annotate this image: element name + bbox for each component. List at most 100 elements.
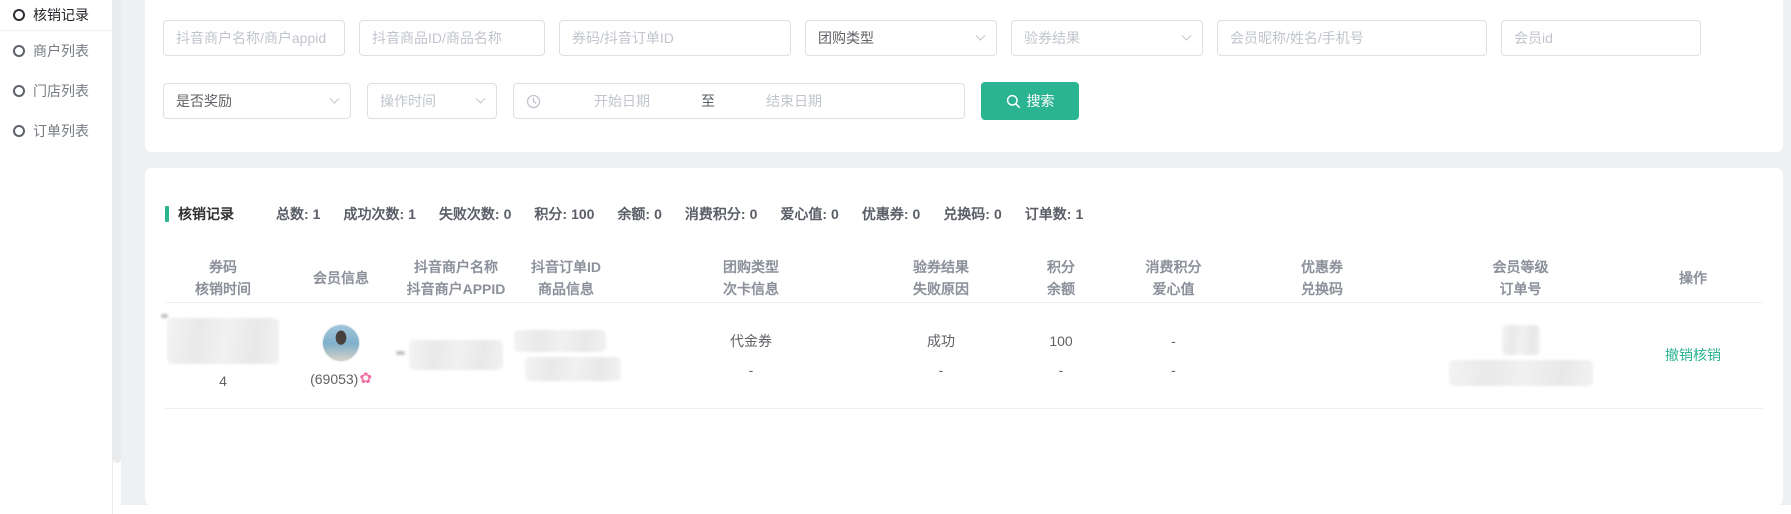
- verify-result-value: 成功: [927, 329, 955, 353]
- chevron-down-icon: [476, 93, 486, 103]
- chevron-down-icon: [330, 93, 340, 103]
- sidebar: 核销记录 商户列表 门店列表 订单列表: [0, 0, 113, 514]
- points-value: 100: [1049, 329, 1072, 353]
- verify-result-select[interactable]: 验券结果: [1011, 20, 1203, 56]
- consume-points-value: -: [1171, 329, 1176, 353]
- table-header-row: 券码核销时间 会员信息 抖音商户名称抖音商户APPID 抖音订单ID商品信息 团…: [165, 254, 1763, 302]
- col-header-verify-result: 验券结果失败原因: [881, 254, 1001, 302]
- chevron-down-icon: [1182, 30, 1192, 40]
- product-id-input[interactable]: [359, 20, 545, 56]
- col-header-points: 积分余额: [1001, 254, 1121, 302]
- records-panel: 核销记录 总数:1 成功次数:1 失败次数:0 积分:100 余额:0 消费积分…: [145, 168, 1783, 505]
- card-info-value: -: [749, 358, 754, 382]
- cell-consume-points: - -: [1121, 302, 1226, 408]
- page: 核销记录 商户列表 门店列表 订单列表 团购类型: [0, 0, 1791, 514]
- stat-points: 积分:100: [534, 204, 594, 224]
- cell-group-type: 代金券 -: [621, 302, 881, 408]
- filter-row-2: 是否奖励 操作时间 至: [163, 82, 1765, 120]
- verify-result-select-value: 验券结果: [1024, 28, 1080, 48]
- sidebar-item-merchant-list[interactable]: 商户列表: [0, 31, 112, 71]
- col-header-merchant-name: 抖音商户名称抖音商户APPID: [401, 254, 511, 302]
- cell-member-grade: [1418, 302, 1623, 408]
- redacted-order-id: [514, 330, 606, 352]
- stat-fail-count: 失败次数:0: [439, 204, 511, 224]
- sidebar-item-verification-records[interactable]: 核销记录: [0, 0, 112, 30]
- stat-success-count: 成功次数:1: [343, 204, 415, 224]
- redacted-merchant-name: [409, 340, 503, 370]
- group-type-select-value: 团购类型: [818, 28, 874, 48]
- cell-verify-result: 成功 -: [881, 302, 1001, 408]
- col-header-member-info: 会员信息: [281, 254, 401, 302]
- search-button[interactable]: 搜索: [981, 82, 1079, 120]
- stat-love-value: 爱心值:0: [780, 204, 838, 224]
- stat-balance: 余额:0: [617, 204, 661, 224]
- revoke-verification-link[interactable]: 撤销核销: [1665, 347, 1721, 363]
- end-date-input[interactable]: [715, 93, 873, 109]
- filter-panel: 团购类型 验券结果 是否奖励 操作时间: [145, 0, 1783, 152]
- stat-redeem-code: 兑换码:0: [943, 204, 1001, 224]
- main-content: 团购类型 验券结果 是否奖励 操作时间: [121, 0, 1791, 505]
- stat-consume-points: 消费积分:0: [685, 204, 757, 224]
- member-nickname-input[interactable]: [1217, 20, 1487, 56]
- circle-icon: [13, 125, 25, 137]
- operation-time-select-value: 操作时间: [380, 91, 436, 111]
- records-table: 券码核销时间 会员信息 抖音商户名称抖音商户APPID 抖音订单ID商品信息 团…: [165, 254, 1763, 409]
- col-header-consume-points: 消费积分爱心值: [1121, 254, 1226, 302]
- circle-icon: [13, 45, 25, 57]
- col-header-member-grade: 会员等级订单号: [1418, 254, 1623, 302]
- cell-coupon-redeem: [1226, 302, 1418, 408]
- redacted-product-info: [525, 357, 621, 381]
- circle-icon: [13, 9, 25, 21]
- summary-bar: 核销记录 总数:1 成功次数:1 失败次数:0 积分:100 余额:0 消费积分…: [165, 204, 1763, 224]
- search-icon: [1006, 94, 1021, 109]
- reward-select[interactable]: 是否奖励: [163, 83, 351, 119]
- cell-merchant-name: [401, 302, 511, 408]
- col-header-action: 操作: [1623, 254, 1763, 302]
- col-header-coupon-code: 券码核销时间: [165, 254, 281, 302]
- col-header-order-id: 抖音订单ID商品信息: [511, 254, 621, 302]
- member-avatar: [322, 324, 360, 362]
- fail-reason-value: -: [939, 358, 944, 382]
- group-type-select[interactable]: 团购类型: [805, 20, 997, 56]
- sidebar-item-label: 商户列表: [33, 41, 89, 61]
- group-type-value: 代金券: [730, 329, 772, 353]
- accent-bar: [165, 206, 169, 222]
- clock-icon: [526, 94, 541, 109]
- stat-order-count: 订单数:1: [1025, 204, 1083, 224]
- chevron-down-icon: [976, 30, 986, 40]
- verify-count: 4: [219, 369, 227, 393]
- sidebar-item-label: 订单列表: [33, 121, 89, 141]
- flower-icon: ✿: [359, 371, 372, 386]
- merchant-name-input[interactable]: [163, 20, 345, 56]
- reward-select-value: 是否奖励: [176, 91, 232, 111]
- cell-order-id: [511, 302, 621, 408]
- table-row: 4 (69053) ✿: [165, 302, 1763, 408]
- stat-total: 总数:1: [276, 204, 320, 224]
- love-value: -: [1171, 358, 1176, 382]
- member-id: (69053): [310, 371, 358, 387]
- sidebar-item-store-list[interactable]: 门店列表: [0, 71, 112, 111]
- operation-time-select[interactable]: 操作时间: [367, 83, 497, 119]
- filter-row-1: 团购类型 验券结果: [163, 20, 1765, 56]
- cell-member-info: (69053) ✿: [281, 302, 401, 408]
- balance-value: -: [1059, 358, 1064, 382]
- member-id-input[interactable]: [1501, 20, 1701, 56]
- sidebar-scrollbar[interactable]: [113, 0, 121, 514]
- cell-points: 100 -: [1001, 302, 1121, 408]
- cell-coupon-code: 4: [165, 302, 281, 408]
- redacted-order-number: [1449, 360, 1593, 386]
- coupon-code-input[interactable]: [559, 20, 791, 56]
- col-header-group-type: 团购类型次卡信息: [621, 254, 881, 302]
- redacted-coupon-code: [167, 318, 279, 364]
- search-button-label: 搜索: [1027, 91, 1055, 111]
- date-range-picker[interactable]: 至: [513, 83, 965, 119]
- stat-coupon: 优惠券:0: [862, 204, 920, 224]
- sidebar-item-order-list[interactable]: 订单列表: [0, 111, 112, 151]
- circle-icon: [13, 85, 25, 97]
- summary-title: 核销记录: [178, 204, 234, 224]
- sidebar-item-label: 核销记录: [33, 5, 89, 25]
- start-date-input[interactable]: [543, 93, 701, 109]
- sidebar-item-label: 门店列表: [33, 81, 89, 101]
- date-separator: 至: [701, 91, 715, 111]
- redacted-member-grade: [1502, 325, 1540, 355]
